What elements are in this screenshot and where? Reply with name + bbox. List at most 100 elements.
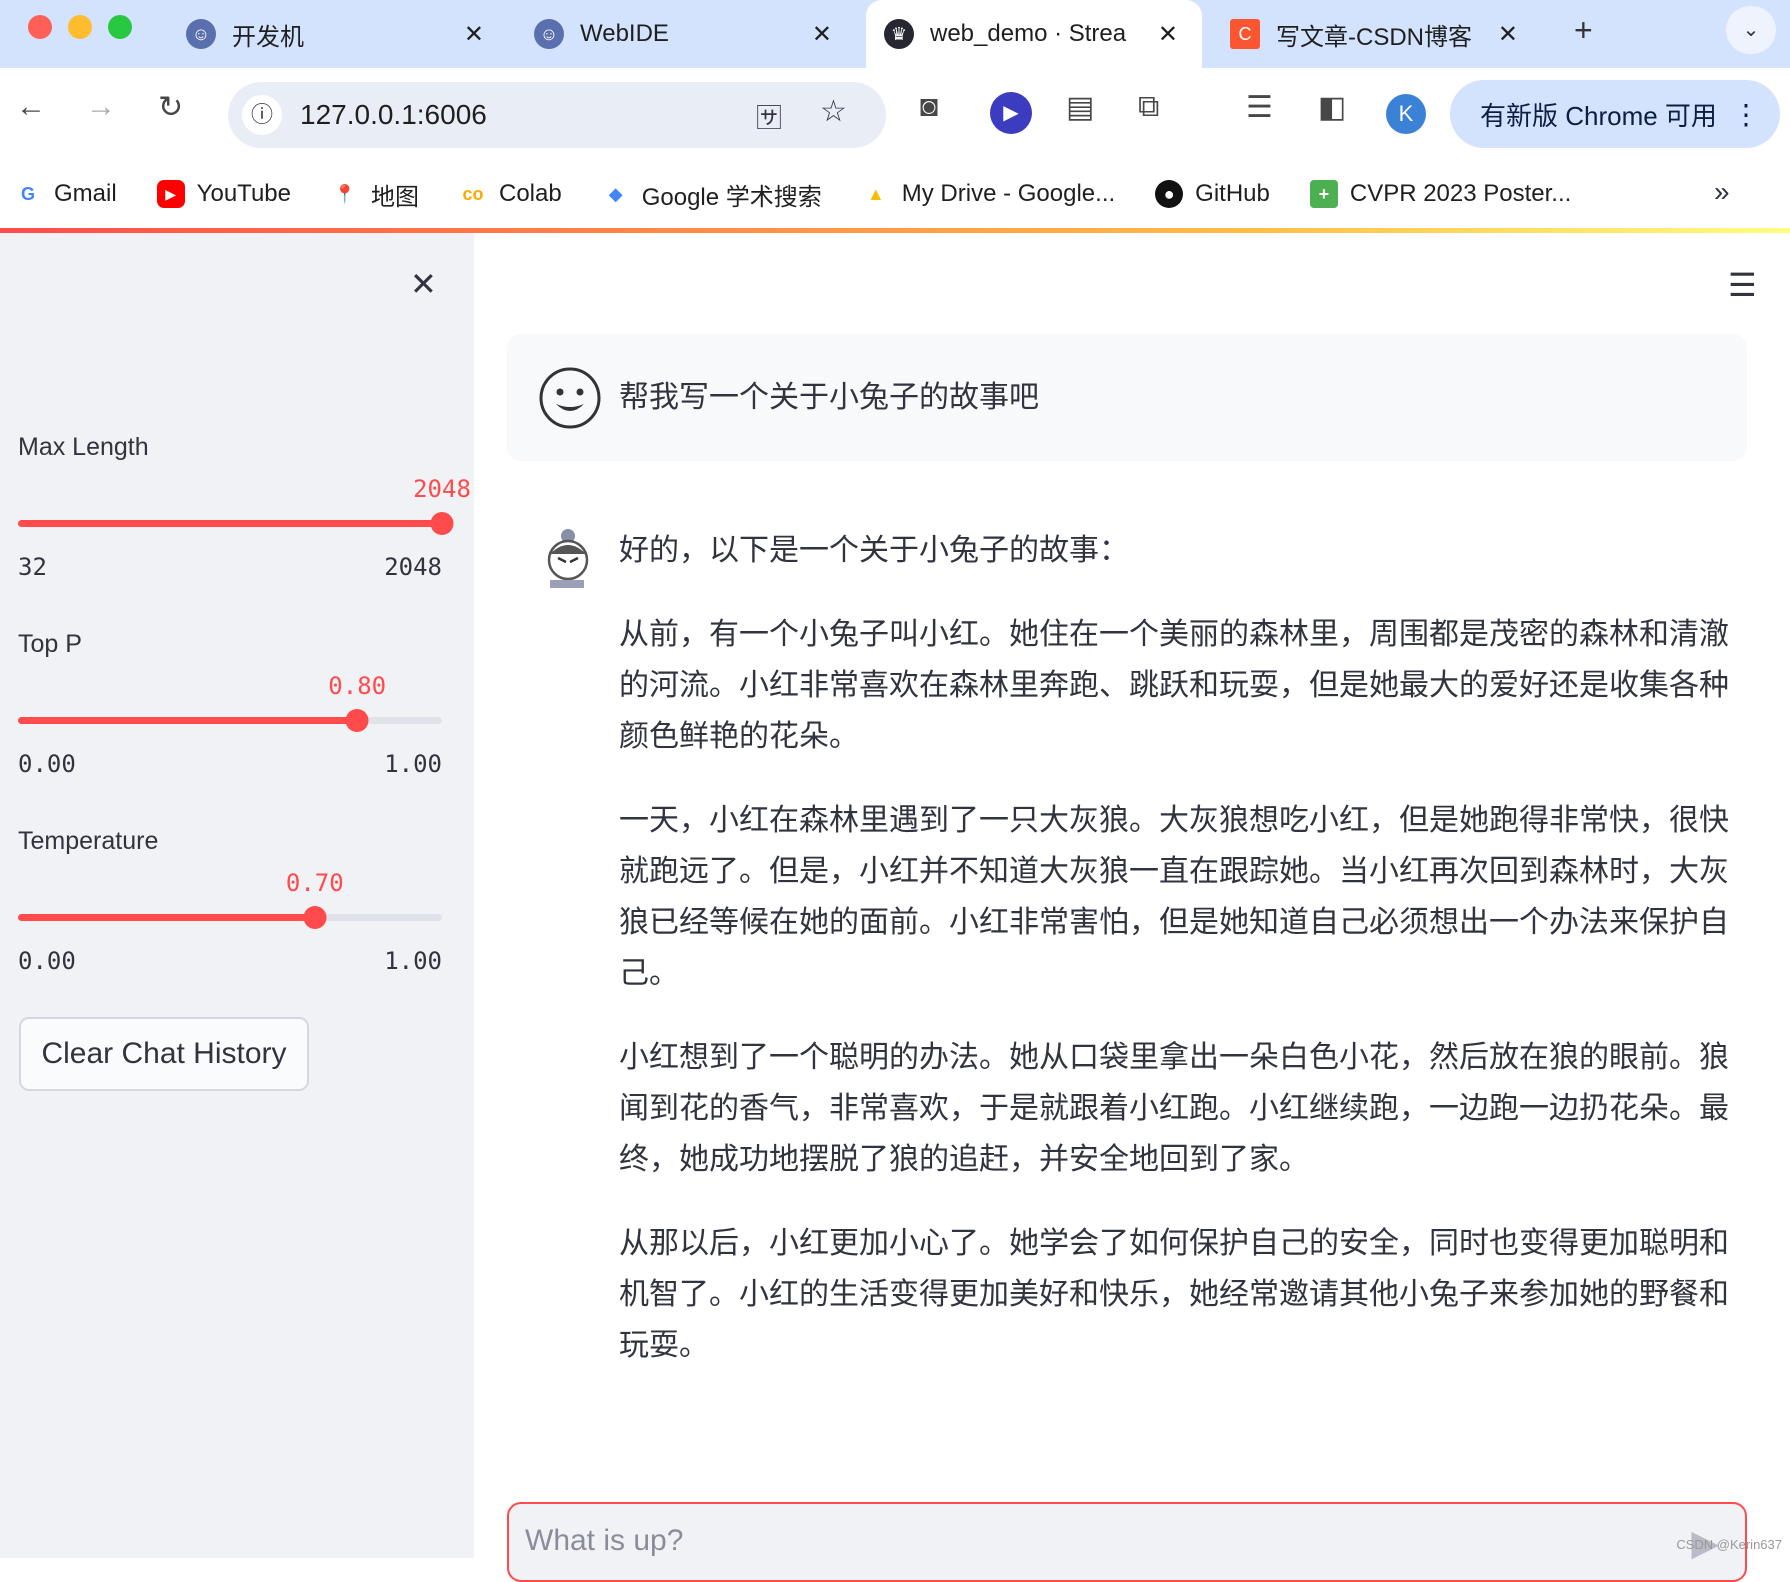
close-tab-icon[interactable]: ✕ [1498,20,1518,49]
slider-min: 32 [18,553,47,581]
extensions-puzzle-icon[interactable]: ⧉ [1138,90,1159,124]
slider-fill [18,717,358,724]
tab-title: web_demo · Strea [930,20,1127,47]
slider-max: 1.00 [384,947,442,975]
slider-label: Top P [18,630,82,658]
slider-min: 0.00 [18,750,76,778]
tab-search-chevron-icon[interactable]: ⌄ [1726,6,1776,54]
tab-webide[interactable]: ☺ WebIDE ✕ [516,0,856,68]
chat-input[interactable] [525,1524,1625,1558]
tab-web-demo[interactable]: ♛ web_demo · Strea ✕ [866,0,1202,68]
bookmark-maps[interactable]: 📍 地图 [331,177,419,212]
slider-track[interactable] [18,906,442,929]
extension-icon[interactable]: ◙ [920,90,938,124]
tab-strip: ☺ 开发机 ✕ ☺ WebIDE ✕ ♛ web_demo · Strea ✕ … [0,0,1790,68]
more-menu-icon[interactable]: ⋮ [1732,98,1760,131]
document-icon[interactable]: ▤ [1066,90,1094,125]
tab-title: WebIDE [580,20,669,47]
slider-thumb[interactable] [430,512,454,535]
reload-icon[interactable]: ↻ [158,90,183,125]
streamlit-crown-icon: ♛ [884,19,914,49]
close-tab-icon[interactable]: ✕ [1158,20,1178,49]
close-tab-icon[interactable]: ✕ [812,20,832,49]
assistant-paragraph: 小红想到了一个聪明的办法。她从口袋里拿出一朵白色小花，然后放在狼的眼前。狼闻到花… [619,1040,1729,1177]
slider-label: Max Length [18,433,149,461]
slider-thumb[interactable] [303,906,327,929]
bookmark-label: Colab [498,180,562,207]
address-bar[interactable]: ⓘ 127.0.0.1:6006 🈂 ☆ [228,82,886,148]
github-icon: ● [1155,180,1184,208]
cvpr-plus-icon: + [1309,180,1338,208]
bookmark-drive[interactable]: ▲ My Drive - Google... [862,180,1115,208]
csdn-c-icon: C [1230,19,1260,49]
tab-kaifaji[interactable]: ☺ 开发机 ✕ [168,0,508,68]
slider-value: 0.80 [328,672,387,700]
webide-mascot-icon: ☺ [186,19,216,49]
bookmark-label: 地图 [370,183,419,211]
slider-min: 0.00 [18,947,76,975]
bookmark-scholar[interactable]: ◆ Google 学术搜索 [602,177,822,212]
bookmark-colab[interactable]: co Colab [459,180,562,208]
bookmark-label: My Drive - Google... [901,180,1116,207]
side-panel-icon[interactable]: ◧ [1318,90,1346,125]
bookmark-github[interactable]: ● GitHub [1155,180,1270,208]
maps-pin-icon: 📍 [333,183,357,204]
bookmark-label: YouTube [196,180,291,207]
play-extension-icon[interactable]: ▶ [990,92,1032,134]
sidebar: ✕ Max Length 2048 32 2048 Top P 0.80 0.00 1.00 T… [0,233,474,1558]
bookmark-label: Gmail [54,180,117,207]
hamburger-menu-icon[interactable]: ☰ [1728,266,1757,304]
forward-arrow-icon[interactable]: → [86,90,116,124]
bookmark-star-icon[interactable]: ☆ [820,94,847,129]
user-message: 帮我写一个关于小兔子的故事吧 [507,334,1747,461]
close-tab-icon[interactable]: ✕ [464,20,484,49]
clear-chat-history-button[interactable]: Clear Chat History [19,1017,309,1091]
user-smiley-avatar-icon [539,367,601,429]
slider-value: 0.70 [285,869,344,897]
new-tab-button[interactable]: + [1574,12,1593,49]
assistant-message: 好的，以下是一个关于小兔子的故事： 从前，有一个小兔子叫小红。她住在一个美丽的森… [619,525,1749,1404]
bookmark-label: CVPR 2023 Poster... [1349,180,1572,207]
assistant-mascot-avatar-icon [547,529,589,588]
assistant-paragraph: 一天，小红在森林里遇到了一只大灰狼。大灰狼想吃小红，但是她跑得非常快，很快就跑远… [619,803,1729,991]
more-bookmarks-icon[interactable]: » [1714,176,1730,208]
slider-value: 2048 [413,475,471,503]
slider-max: 1.00 [384,750,442,778]
profile-avatar[interactable]: K [1386,94,1426,134]
slider-label: Temperature [18,827,159,855]
slider-track[interactable] [18,512,454,535]
tab-csdn[interactable]: C 写文章-CSDN博客 ✕ [1212,0,1542,68]
bookmark-youtube[interactable]: ▶ YouTube [156,180,291,208]
minimize-window-button[interactable] [68,15,92,39]
close-sidebar-icon[interactable]: ✕ [410,265,437,303]
browser-toolbar: ← → ↻ ⓘ 127.0.0.1:6006 🈂 ☆ ◙ ▶ ▤ ⧉ ☰ ◧ K… [0,68,1790,160]
url-text[interactable]: 127.0.0.1:6006 [300,99,487,131]
slider-fill [18,914,315,921]
close-window-button[interactable] [28,15,52,39]
tab-title: 开发机 [232,23,304,51]
chrome-update-button[interactable]: 有新版 Chrome 可用 ⋮ [1450,80,1780,148]
reading-list-icon[interactable]: ☰ [1246,90,1273,125]
assistant-paragraph: 从前，有一个小兔子叫小红。她住在一个美丽的森林里，周围都是茂密的森林和清澈的河流… [619,617,1729,754]
google-g-icon: G [20,183,35,204]
drive-triangle-icon: ▲ [866,183,885,204]
update-label: 有新版 Chrome 可用 [1480,100,1717,131]
bookmark-gmail[interactable]: G Gmail [14,180,117,208]
slider-thumb[interactable] [345,709,369,732]
watermark: CSDN @Kerin637 [1676,1537,1782,1552]
youtube-icon: ▶ [156,180,185,208]
tab-title: 写文章-CSDN博客 [1276,23,1472,51]
colab-icon: co [462,183,484,204]
site-info-icon[interactable]: ⓘ [242,95,282,135]
bookmark-cvpr[interactable]: + CVPR 2023 Poster... [1309,180,1572,208]
slider-track[interactable] [18,709,442,732]
scholar-cap-icon: ◆ [608,183,623,204]
bookmark-label: GitHub [1195,180,1270,207]
maximize-window-button[interactable] [108,15,132,39]
assistant-intro-text: 好的，以下是一个关于小兔子的故事： [619,533,1129,568]
bookmark-label: Google 学术搜索 [641,183,822,211]
slider-max: 2048 [384,553,442,581]
back-arrow-icon[interactable]: ← [16,90,46,124]
translate-icon[interactable]: 🈂 [756,98,782,135]
webide-mascot-icon: ☺ [534,19,564,49]
